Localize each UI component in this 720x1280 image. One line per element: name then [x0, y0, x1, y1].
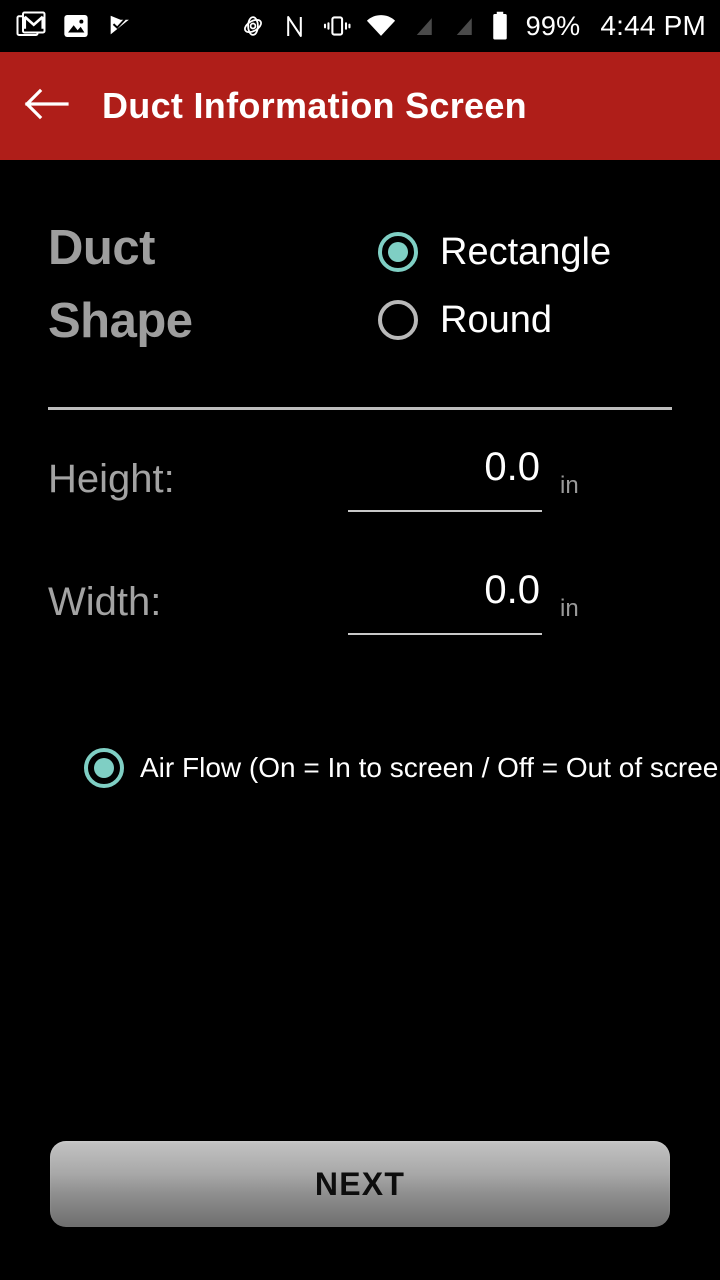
status-bar-clock: 4:44 PM: [600, 10, 706, 41]
airflow-radio-icon[interactable]: [84, 748, 124, 788]
next-button-label: NEXT: [314, 1165, 406, 1202]
checkmark-flag-icon: [106, 12, 134, 40]
radio-option-round-label: Round: [440, 298, 552, 341]
photos-icon: [62, 12, 90, 40]
height-label: Height:: [48, 456, 175, 501]
signal-off-sim1-icon: [410, 13, 436, 39]
wifi-icon: [366, 13, 396, 39]
status-bar: 99% 4:44 PM: [0, 0, 720, 52]
height-unit-label: in: [560, 472, 579, 499]
width-label: Width:: [48, 579, 162, 624]
battery-full-icon: [490, 11, 510, 41]
height-input-value: 0.0: [484, 445, 540, 489]
width-input-value: 0.0: [484, 568, 540, 612]
gmail-icon: [16, 11, 46, 41]
radio-option-round[interactable]: Round: [378, 286, 611, 354]
app-screen: 99% 4:44 PM Duct Information Screen Duct…: [0, 0, 720, 1280]
back-button[interactable]: [0, 52, 92, 160]
radio-option-rectangle[interactable]: Rectangle: [378, 218, 611, 286]
nfc-icon: [281, 13, 308, 40]
status-bar-notification-icons: [16, 11, 134, 41]
next-button[interactable]: NEXT: [50, 1141, 670, 1227]
airflow-label: Air Flow (On = In to screen / Off = Out …: [140, 752, 720, 783]
radio-round-icon[interactable]: [378, 300, 418, 340]
status-bar-system-icons: 99% 4:44 PM: [239, 10, 706, 42]
screen-rotation-icon: [239, 12, 267, 40]
duct-shape-section: Duct Shape Rectangle Round: [48, 212, 672, 357]
signal-off-sim2-icon: [450, 13, 476, 39]
width-input[interactable]: 0.0: [348, 569, 542, 635]
page-title: Duct Information Screen: [102, 85, 527, 126]
battery-percent-label: 99%: [525, 10, 581, 41]
duct-shape-label-line2: Shape: [48, 293, 193, 348]
height-input[interactable]: 0.0: [348, 446, 542, 512]
back-arrow-icon: [23, 86, 69, 127]
app-bar: Duct Information Screen: [0, 52, 720, 160]
form-content: Duct Shape Rectangle Round Height: 0.0 i…: [0, 160, 720, 1280]
duct-shape-radio-group: Rectangle Round: [378, 212, 611, 354]
duct-shape-label-line1: Duct: [48, 221, 155, 275]
radio-option-rectangle-label: Rectangle: [440, 230, 612, 273]
width-field-row: Width: 0.0 in: [48, 563, 672, 641]
radio-rectangle-icon[interactable]: [378, 232, 418, 272]
airflow-toggle[interactable]: Air Flow (On = In to screen / Off = Out …: [84, 748, 720, 788]
vibrate-icon: [322, 12, 352, 40]
duct-shape-label: Duct Shape: [48, 212, 378, 357]
width-unit-label: in: [560, 595, 579, 622]
section-divider: [48, 407, 672, 410]
height-field-row: Height: 0.0 in: [48, 440, 672, 518]
